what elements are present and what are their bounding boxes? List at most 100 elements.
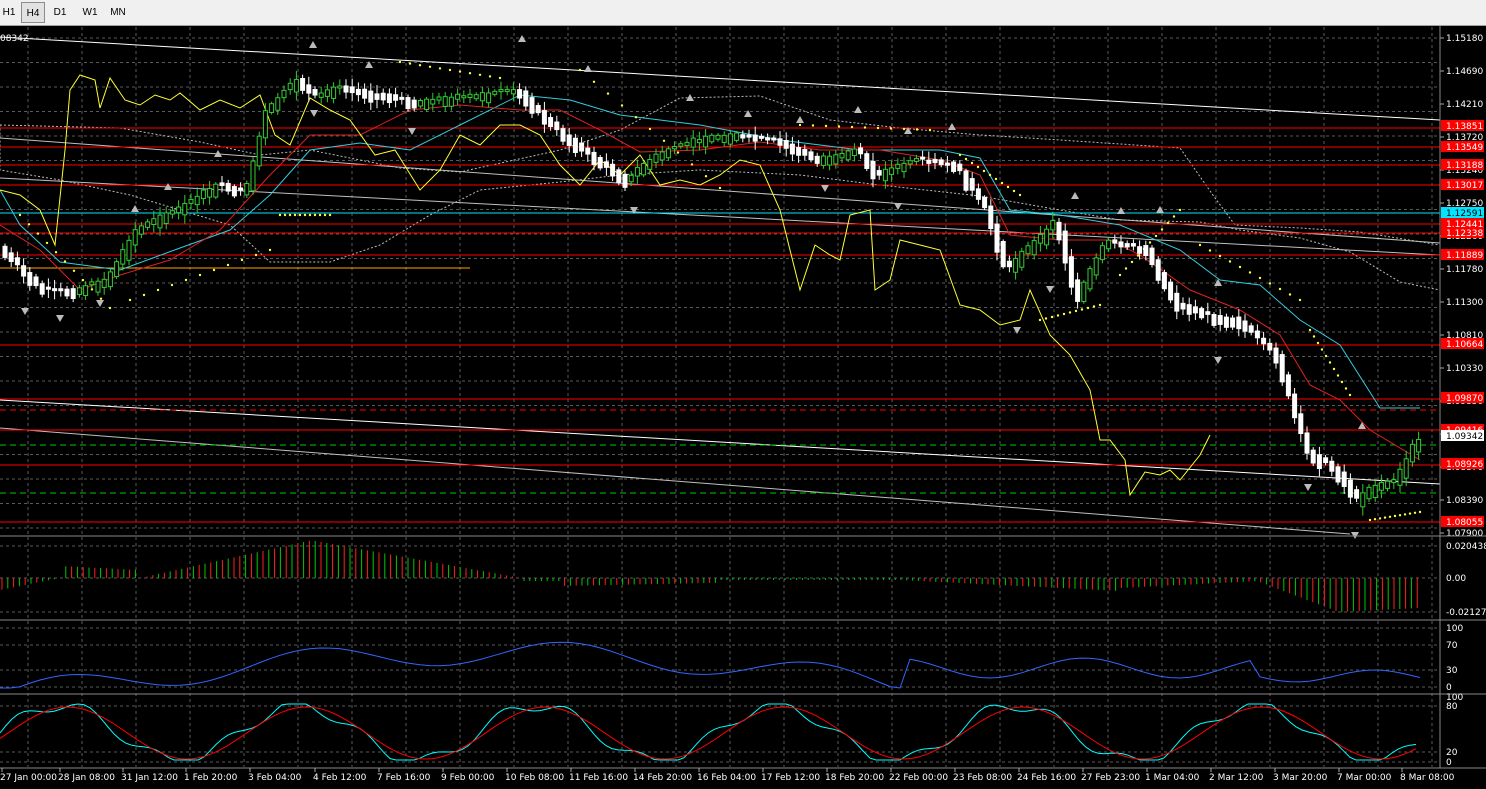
level-price-label: 1.12591 (1446, 209, 1483, 219)
candle-body (76, 287, 82, 295)
sar-dot (1000, 181, 1004, 185)
candle-body (517, 89, 523, 99)
sar-dot (1098, 303, 1102, 307)
rsi-line (0, 641, 1421, 689)
candle-body (889, 167, 895, 175)
candle-body (467, 93, 473, 99)
sar-dot (45, 241, 49, 245)
candle-body (138, 225, 144, 235)
fractal-arrow (584, 65, 592, 72)
candle-body (1385, 480, 1391, 489)
candle-body (579, 142, 585, 152)
chart-canvas[interactable]: 1.151801.146901.142101.137201.132401.127… (0, 26, 1486, 789)
candle-body (1409, 443, 1415, 463)
rsi-tick-label: 30 (1446, 666, 1458, 676)
candle-body (1093, 257, 1099, 276)
candle-body (207, 187, 213, 198)
sar-dot (278, 213, 282, 217)
candle-body (21, 265, 27, 277)
candle-body (1230, 317, 1236, 328)
candle-body (399, 96, 405, 100)
candle-body (312, 89, 318, 96)
candle-body (1161, 272, 1167, 290)
candle-body (1025, 245, 1031, 255)
sar-dot (704, 175, 708, 178)
sar-dot (72, 269, 76, 272)
candle-body (213, 183, 219, 198)
parabolic-sar-dots (18, 60, 1422, 522)
candle-body (789, 143, 795, 155)
timeframe-h4-button[interactable]: H4 (21, 2, 45, 23)
sar-dot (1268, 282, 1272, 285)
oscillator-tick-label: 0.020438 (1446, 542, 1486, 552)
candle-body (734, 132, 740, 141)
timeframe-w1-button[interactable]: W1 (76, 2, 104, 23)
level-price-label: 1.08926 (1446, 460, 1483, 470)
candle-body (157, 214, 163, 229)
sar-dot (254, 253, 258, 257)
candle-body (114, 261, 120, 278)
sar-dot (1258, 276, 1262, 280)
sar-dot (1312, 335, 1316, 338)
time-label: 9 Feb 00:00 (441, 773, 495, 783)
candle-body (634, 166, 640, 177)
candle-body (622, 173, 628, 188)
sar-dot (1308, 328, 1312, 332)
oscillator-tick-label: 0.00 (1446, 574, 1466, 584)
candle-body (300, 78, 306, 91)
sar-dot (1248, 271, 1252, 274)
sar-dot (18, 213, 22, 217)
candle-body (1019, 250, 1025, 268)
candle-body (1261, 337, 1267, 345)
timeframe-mn-button[interactable]: MN (104, 2, 132, 23)
sar-dot (1068, 311, 1072, 314)
candle-body (1081, 281, 1087, 302)
candle-body (510, 89, 516, 95)
candle-body (1143, 245, 1149, 257)
sar-dot (634, 116, 638, 119)
sar-dot (198, 273, 202, 277)
time-label: 27 Jan 00:00 (0, 773, 57, 783)
sar-dot (1418, 510, 1422, 514)
candle-body (275, 97, 281, 111)
time-label: 28 Jan 08:00 (58, 773, 115, 783)
candle-body (238, 187, 244, 191)
price-axis: 1.151801.146901.142101.137201.132401.127… (1440, 34, 1484, 539)
candle-body (225, 182, 231, 192)
candle-body (393, 94, 399, 101)
fractal-arrow (408, 128, 416, 135)
candle-body (1205, 311, 1211, 315)
sar-dot (418, 63, 422, 67)
time-label: 17 Feb 12:00 (761, 773, 820, 783)
candle-body (895, 163, 901, 169)
fractal-arrow (56, 315, 64, 322)
candle-body (727, 133, 733, 145)
sar-dot (313, 213, 317, 217)
rsi-tick-label: 70 (1446, 641, 1458, 651)
level-price-label: 1.13188 (1446, 161, 1483, 171)
timeframe-h1-button[interactable]: H1 (0, 2, 18, 23)
candle-body (318, 92, 324, 98)
stochastic-tick-label: 0 (1446, 758, 1452, 768)
sar-dot (690, 163, 694, 166)
candle-body (1149, 247, 1155, 265)
sar-dot (54, 251, 58, 254)
sar-dot (1332, 367, 1336, 371)
time-label: 22 Feb 00:00 (889, 773, 948, 783)
fractal-arrow (1304, 484, 1312, 491)
timeframe-toolbar: H1 H4 D1 W1 MN (0, 0, 1486, 26)
candle-body (1242, 320, 1248, 332)
sar-dot (606, 92, 610, 95)
rsi-tick-label: 0 (1446, 683, 1452, 693)
candle-body (690, 137, 696, 148)
candle-body (473, 94, 479, 100)
sar-dot (36, 232, 40, 235)
candle-body (256, 135, 262, 167)
sar-dot (63, 260, 67, 263)
candle-body (814, 155, 820, 164)
sar-dot (1044, 317, 1048, 320)
timeframe-d1-button[interactable]: D1 (48, 2, 72, 23)
sar-dot (863, 126, 867, 129)
candle-body (1068, 256, 1074, 288)
time-label: 31 Jan 12:00 (121, 773, 178, 783)
